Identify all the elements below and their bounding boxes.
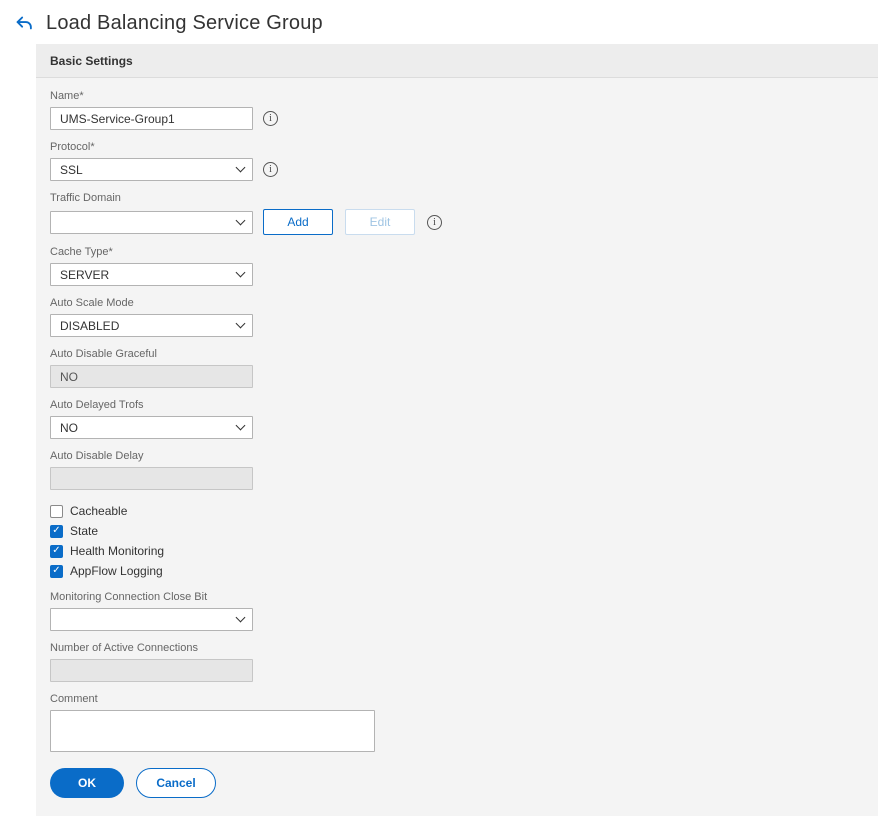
info-icon[interactable]: i [263,162,278,177]
edit-button: Edit [345,209,415,235]
number-of-active-connections-input [50,659,253,682]
state-label: State [70,524,99,538]
field-number-of-active-connections: Number of Active Connections [50,642,864,682]
checkbox-icon [50,564,63,578]
cache-type-label: Cache Type* [50,246,113,258]
traffic-domain-select[interactable] [50,210,253,234]
cache-type-select[interactable]: SERVER [50,263,253,286]
field-auto-disable-graceful: Auto Disable Graceful NO [50,348,864,388]
chevron-down-icon [235,420,246,431]
basic-settings-panel: Basic Settings Name* i Protocol* SSL [36,44,878,816]
add-button[interactable]: Add [263,209,333,235]
field-monitoring-connection-close-bit: Monitoring Connection Close Bit [50,591,864,631]
field-traffic-domain: Traffic Domain Add Edit i [50,192,864,235]
auto-delayed-trofs-select[interactable]: NO [50,416,253,439]
field-cache-type: Cache Type* SERVER [50,246,864,286]
auto-disable-graceful-label: Auto Disable Graceful [50,348,157,360]
cacheable-checkbox[interactable]: Cacheable [50,501,864,521]
state-checkbox[interactable]: State [50,521,864,541]
panel-body: Name* i Protocol* SSL i Tr [36,78,878,814]
monitoring-connection-close-bit-label: Monitoring Connection Close Bit [50,591,208,603]
chevron-down-icon [235,162,246,173]
back-arrow-icon[interactable] [12,11,36,35]
monitoring-connection-close-bit-select[interactable] [50,608,253,631]
auto-disable-delay-input [50,467,253,490]
auto-delayed-trofs-label: Auto Delayed Trofs [50,399,144,411]
health-monitoring-label: Health Monitoring [70,544,165,558]
comment-label: Comment [50,693,98,705]
field-auto-delayed-trofs: Auto Delayed Trofs NO [50,399,864,439]
traffic-domain-label: Traffic Domain [50,192,121,204]
name-input[interactable] [50,107,253,130]
appflow-logging-label: AppFlow Logging [70,564,163,578]
footer-actions: OK Cancel [50,768,864,814]
health-monitoring-checkbox[interactable]: Health Monitoring [50,541,864,561]
ok-button[interactable]: OK [50,768,124,798]
cancel-button[interactable]: Cancel [136,768,216,798]
field-auto-disable-delay: Auto Disable Delay [50,450,864,490]
comment-textarea[interactable] [50,710,375,752]
appflow-logging-checkbox[interactable]: AppFlow Logging [50,561,864,581]
cacheable-label: Cacheable [70,504,128,518]
chevron-down-icon [235,318,246,329]
auto-scale-mode-label: Auto Scale Mode [50,297,134,309]
cache-type-select-value: SERVER [60,267,110,282]
name-label: Name* [50,90,84,102]
checkbox-icon [50,504,63,518]
chevron-down-icon [235,612,246,623]
protocol-select-value: SSL [60,162,83,177]
auto-disable-graceful-value: NO [60,369,78,384]
field-name: Name* i [50,90,864,130]
auto-delayed-trofs-select-value: NO [60,420,78,435]
panel-header: Basic Settings [36,44,878,78]
field-comment: Comment [50,693,864,757]
load-balancing-service-group-page: Load Balancing Service Group Basic Setti… [0,0,878,816]
protocol-select[interactable]: SSL [50,158,253,181]
field-protocol: Protocol* SSL i [50,141,864,181]
checkbox-group: Cacheable State Health Monitoring AppFlo… [50,501,864,581]
chevron-down-icon [235,215,246,225]
number-of-active-connections-label: Number of Active Connections [50,642,198,654]
info-icon[interactable]: i [263,111,278,126]
info-icon[interactable]: i [427,214,442,230]
auto-disable-delay-label: Auto Disable Delay [50,450,144,462]
titlebar: Load Balancing Service Group [0,0,878,44]
auto-scale-mode-select-value: DISABLED [60,318,120,333]
chevron-down-icon [235,267,246,278]
auto-disable-graceful-input: NO [50,365,253,388]
checkbox-icon [50,524,63,538]
field-auto-scale-mode: Auto Scale Mode DISABLED [50,297,864,337]
protocol-label: Protocol* [50,141,95,153]
checkbox-icon [50,544,63,558]
auto-scale-mode-select[interactable]: DISABLED [50,314,253,337]
page-title: Load Balancing Service Group [46,11,323,34]
